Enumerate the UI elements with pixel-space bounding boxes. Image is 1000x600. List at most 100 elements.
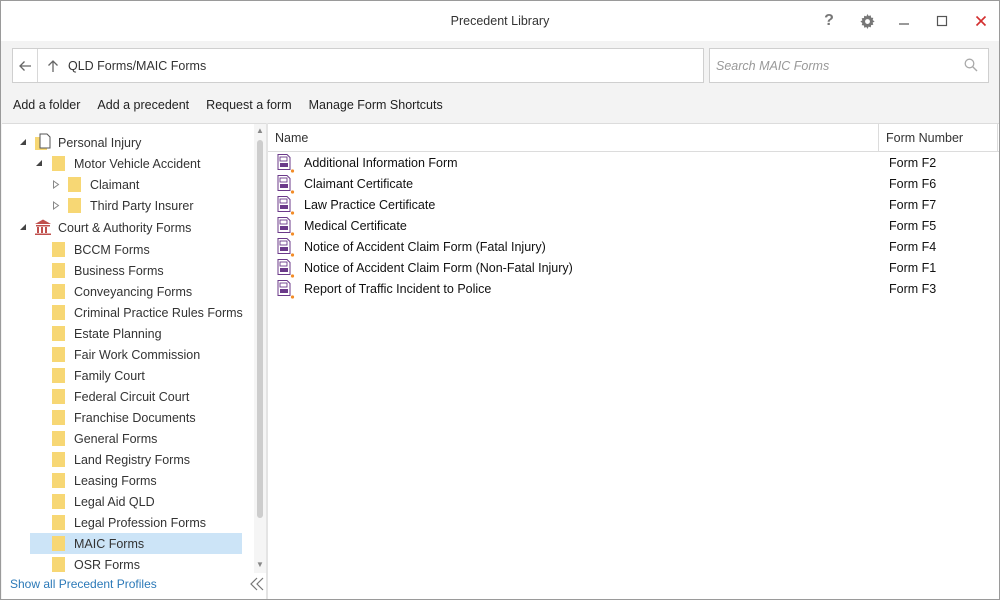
precedent-library-window: Precedent Library ? QLD Forms/MAIC Forms bbox=[0, 0, 1000, 600]
toolbar: Add a folder Add a precedent Request a f… bbox=[13, 98, 443, 114]
back-button[interactable] bbox=[13, 49, 38, 82]
tree-item-maic-forms[interactable]: MAIC Forms bbox=[30, 533, 242, 554]
folder-icon bbox=[52, 410, 65, 425]
document-folder-icon bbox=[35, 133, 51, 150]
collapse-pane-icon[interactable] bbox=[249, 576, 265, 592]
tree-scroll-thumb[interactable] bbox=[257, 140, 263, 518]
tree-item-franchise-documents[interactable]: Franchise Documents bbox=[30, 407, 242, 428]
minimize-button[interactable] bbox=[891, 9, 917, 33]
search-icon[interactable] bbox=[964, 58, 978, 72]
tree-item-label: Federal Circuit Court bbox=[74, 390, 190, 404]
tree-item-federal-circuit-court[interactable]: Federal Circuit Court bbox=[30, 386, 242, 407]
form-document-icon bbox=[277, 238, 295, 257]
column-header-name[interactable]: Name bbox=[268, 124, 879, 152]
form-document-icon bbox=[277, 196, 295, 215]
tree-item-land-registry-forms[interactable]: Land Registry Forms bbox=[30, 449, 242, 470]
show-all-profiles-link[interactable]: Show all Precedent Profiles bbox=[10, 577, 157, 591]
folder-icon bbox=[52, 368, 65, 383]
tree-item-label: Franchise Documents bbox=[74, 411, 196, 425]
tree-item-legal-profession-forms[interactable]: Legal Profession Forms bbox=[30, 512, 242, 533]
back-arrow-icon bbox=[19, 60, 31, 71]
help-button[interactable]: ? bbox=[816, 9, 842, 33]
forms-list: Name Form Number Additional Information … bbox=[268, 123, 999, 599]
folder-icon bbox=[52, 557, 65, 572]
title-bar: Precedent Library ? bbox=[1, 1, 999, 41]
list-item[interactable]: Notice of Accident Claim Form (Fatal Inj… bbox=[268, 237, 999, 258]
tree-item-conveyancing-forms[interactable]: Conveyancing Forms bbox=[30, 281, 242, 302]
scroll-down-icon[interactable]: ▼ bbox=[256, 561, 264, 569]
settings-button[interactable] bbox=[854, 9, 880, 33]
gear-icon bbox=[859, 13, 875, 29]
close-button[interactable] bbox=[968, 9, 994, 33]
add-folder-button[interactable]: Add a folder bbox=[13, 98, 80, 114]
expanded-arrow-icon[interactable] bbox=[18, 137, 28, 147]
tree-item-label: MAIC Forms bbox=[74, 537, 145, 551]
folder-icon bbox=[52, 242, 65, 257]
tree-item-label: Criminal Practice Rules Forms bbox=[74, 306, 243, 320]
expanded-arrow-icon[interactable] bbox=[18, 222, 28, 232]
list-item[interactable]: Claimant Certificate Form F6 bbox=[268, 174, 999, 195]
breadcrumb-path[interactable]: QLD Forms/MAIC Forms bbox=[68, 59, 206, 73]
form-name: Notice of Accident Claim Form (Fatal Inj… bbox=[304, 240, 546, 254]
tree-item-legal-aid-qld[interactable]: Legal Aid QLD bbox=[30, 491, 242, 512]
folder-icon bbox=[52, 536, 65, 551]
tree-item-label: Land Registry Forms bbox=[74, 453, 191, 467]
tree-item-family-court[interactable]: Family Court bbox=[30, 365, 242, 386]
list-item[interactable]: Medical Certificate Form F5 bbox=[268, 216, 999, 237]
folder-icon bbox=[52, 473, 65, 488]
folder-icon bbox=[52, 156, 65, 171]
manage-form-shortcuts-button[interactable]: Manage Form Shortcuts bbox=[309, 98, 443, 114]
up-arrow-icon bbox=[48, 59, 58, 72]
collapsed-arrow-icon[interactable] bbox=[51, 200, 61, 210]
folder-icon bbox=[52, 263, 65, 278]
folder-icon bbox=[52, 305, 65, 320]
tree-scrollbar[interactable]: ▲ ▼ bbox=[254, 124, 266, 573]
form-number: Form F4 bbox=[889, 240, 937, 254]
up-button[interactable] bbox=[43, 49, 63, 82]
maximize-icon bbox=[936, 15, 948, 27]
tree-footer: Show all Precedent Profiles bbox=[2, 573, 267, 599]
list-item[interactable]: Notice of Accident Claim Form (Non-Fatal… bbox=[268, 258, 999, 279]
folder-icon bbox=[52, 494, 65, 509]
tree-item-label: Legal Profession Forms bbox=[74, 516, 207, 530]
maximize-button[interactable] bbox=[929, 9, 955, 33]
collapsed-arrow-icon[interactable] bbox=[51, 179, 61, 189]
scroll-up-icon[interactable]: ▲ bbox=[256, 127, 264, 135]
tree-item-personal-injury[interactable]: Personal Injury bbox=[2, 132, 242, 153]
request-form-button[interactable]: Request a form bbox=[206, 98, 291, 114]
search-input[interactable] bbox=[716, 56, 956, 76]
folder-icon bbox=[68, 177, 81, 192]
list-item[interactable]: Law Practice Certificate Form F7 bbox=[268, 195, 999, 216]
tree-item-third-party-insurer[interactable]: Third Party Insurer bbox=[2, 195, 242, 216]
tree-item-claimant[interactable]: Claimant bbox=[2, 174, 242, 195]
tree-item-label: Conveyancing Forms bbox=[74, 285, 193, 299]
list-item[interactable]: Report of Traffic Incident to Police Form… bbox=[268, 279, 999, 300]
form-document-icon bbox=[277, 280, 295, 299]
folder-icon bbox=[52, 284, 65, 299]
column-header-form-number[interactable]: Form Number bbox=[879, 124, 998, 152]
tree-item-motor-vehicle-accident[interactable]: Motor Vehicle Accident bbox=[2, 153, 242, 174]
tree-item-estate-planning[interactable]: Estate Planning bbox=[30, 323, 242, 344]
folder-icon bbox=[52, 431, 65, 446]
form-document-icon bbox=[277, 217, 295, 236]
tree-item-bccm-forms[interactable]: BCCM Forms bbox=[30, 239, 242, 260]
tree-item-label: Motor Vehicle Accident bbox=[74, 157, 201, 171]
tree-item-general-forms[interactable]: General Forms bbox=[30, 428, 242, 449]
expanded-arrow-icon[interactable] bbox=[34, 158, 44, 168]
window-title: Precedent Library bbox=[450, 14, 550, 28]
tree-item-osr-forms[interactable]: OSR Forms bbox=[30, 554, 242, 573]
tree-item-label: Legal Aid QLD bbox=[74, 495, 155, 509]
tree-item-leasing-forms[interactable]: Leasing Forms bbox=[30, 470, 242, 491]
list-item[interactable]: Additional Information Form Form F2 bbox=[268, 153, 999, 174]
tree-item-label: Personal Injury bbox=[58, 136, 142, 150]
address-bar: QLD Forms/MAIC Forms bbox=[12, 48, 704, 83]
form-name: Report of Traffic Incident to Police bbox=[304, 282, 492, 296]
tree-item-label: Court & Authority Forms bbox=[58, 221, 192, 235]
tree-item-court-authority-forms[interactable]: Court & Authority Forms bbox=[2, 217, 242, 238]
add-precedent-button[interactable]: Add a precedent bbox=[97, 98, 189, 114]
form-number: Form F6 bbox=[889, 177, 937, 191]
tree-item-business-forms[interactable]: Business Forms bbox=[30, 260, 242, 281]
tree-item-criminal-practice-rules-forms[interactable]: Criminal Practice Rules Forms bbox=[30, 302, 243, 323]
folder-icon bbox=[52, 515, 65, 530]
tree-item-fair-work-commission[interactable]: Fair Work Commission bbox=[30, 344, 242, 365]
